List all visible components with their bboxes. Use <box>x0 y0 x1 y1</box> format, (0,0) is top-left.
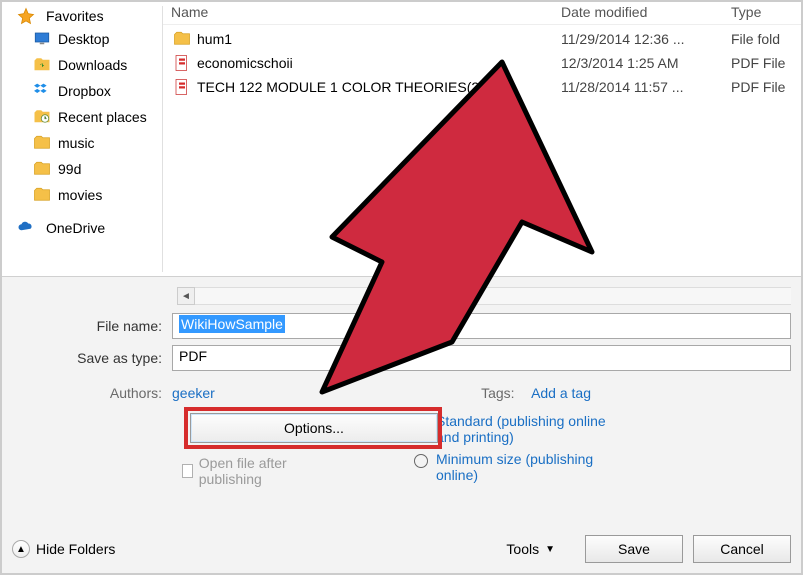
file-type: PDF File <box>731 79 801 95</box>
sidebar-item-recent[interactable]: Recent places <box>12 104 162 130</box>
onedrive-label: OneDrive <box>46 220 105 236</box>
sidebar-item-label: movies <box>58 187 102 203</box>
scroll-track[interactable] <box>195 287 791 305</box>
horizontal-scrollbar[interactable]: ◄ <box>177 287 791 305</box>
file-row-folder[interactable]: hum1 11/29/2014 12:36 ... File fold <box>171 27 801 51</box>
file-type: PDF File <box>731 55 801 71</box>
save-dialog-bottom: ◄ File name: WikiHowSample Save as type:… <box>2 277 801 573</box>
sidebar-item-dropbox[interactable]: Dropbox <box>12 78 162 104</box>
tags-label: Tags: <box>481 385 521 401</box>
file-row-pdf[interactable]: economicschoii 12/3/2014 1:25 AM PDF Fil… <box>171 51 801 75</box>
tools-dropdown[interactable]: Tools ▼ <box>506 541 555 557</box>
col-name[interactable]: Name <box>171 4 561 20</box>
radio-icon <box>414 454 428 468</box>
saveas-value: PDF <box>179 348 207 364</box>
pdf-icon <box>171 53 193 73</box>
file-row-pdf[interactable]: TECH 122 MODULE 1 COLOR THEORIES(2) 11/2… <box>171 75 801 99</box>
sidebar-item-label: Desktop <box>58 31 109 47</box>
favorites-header[interactable]: Favorites <box>12 6 162 26</box>
chevron-up-icon: ▲ <box>12 540 30 558</box>
radio-label: Standard (publishing online and printing… <box>436 413 616 445</box>
sidebar-item-label: Dropbox <box>58 83 111 99</box>
downloads-icon <box>32 55 52 75</box>
file-date: 11/29/2014 12:36 ... <box>561 31 731 47</box>
file-name: economicschoii <box>197 55 561 71</box>
filename-label: File name: <box>12 318 172 334</box>
save-button[interactable]: Save <box>585 535 683 563</box>
sidebar-item-label: music <box>58 135 95 151</box>
sidebar-item-label: Recent places <box>58 109 147 125</box>
column-headers: Name Date modified Type <box>163 2 801 25</box>
hide-folders-label: Hide Folders <box>36 541 115 557</box>
hide-folders-toggle[interactable]: ▲ Hide Folders <box>12 540 115 558</box>
file-date: 11/28/2014 11:57 ... <box>561 79 731 95</box>
highlight-box: Options... <box>184 407 442 449</box>
file-type: File fold <box>731 31 801 47</box>
authors-value[interactable]: geeker <box>172 385 215 401</box>
sidebar-item-movies[interactable]: movies <box>12 182 162 208</box>
radio-standard[interactable]: Standard (publishing online and printing… <box>414 413 616 445</box>
pdf-icon <box>171 77 193 97</box>
checkbox-icon <box>182 464 193 478</box>
folder-icon <box>32 159 52 179</box>
sidebar-item-label: Downloads <box>58 57 127 73</box>
dropbox-icon <box>32 81 52 101</box>
authors-label: Authors: <box>12 385 172 401</box>
filename-input[interactable]: WikiHowSample <box>172 313 791 339</box>
saveas-dropdown[interactable]: PDF <box>172 345 791 371</box>
options-button[interactable]: Options... <box>190 413 438 443</box>
favorites-label: Favorites <box>46 8 104 24</box>
sidebar: Favorites Desktop Downloads Dropbox Rece… <box>2 2 162 276</box>
file-name: TECH 122 MODULE 1 COLOR THEORIES(2) <box>197 79 561 95</box>
radio-label: Minimum size (publishing online) <box>436 451 616 483</box>
desktop-icon <box>32 29 52 49</box>
sidebar-item-99d[interactable]: 99d <box>12 156 162 182</box>
filename-value: WikiHowSample <box>179 315 285 333</box>
star-icon <box>16 6 36 26</box>
folder-icon <box>32 133 52 153</box>
onedrive-icon <box>16 218 36 238</box>
tools-label: Tools <box>506 541 539 557</box>
folder-icon <box>171 29 193 49</box>
checkbox-label: Open file after publishing <box>199 455 312 487</box>
onedrive-header[interactable]: OneDrive <box>12 218 162 238</box>
chevron-down-icon: ▼ <box>545 544 555 555</box>
file-list-area: Name Date modified Type hum1 11/29/2014 … <box>163 2 801 276</box>
cancel-button[interactable]: Cancel <box>693 535 791 563</box>
tags-value[interactable]: Add a tag <box>531 385 591 401</box>
sidebar-item-music[interactable]: music <box>12 130 162 156</box>
sidebar-item-label: 99d <box>58 161 81 177</box>
scroll-left-button[interactable]: ◄ <box>177 287 195 305</box>
folder-icon <box>32 185 52 205</box>
file-name: hum1 <box>197 31 561 47</box>
recent-icon <box>32 107 52 127</box>
col-date[interactable]: Date modified <box>561 4 731 20</box>
file-date: 12/3/2014 1:25 AM <box>561 55 731 71</box>
open-after-publish-checkbox[interactable]: Open file after publishing <box>182 455 312 487</box>
saveas-label: Save as type: <box>12 350 172 366</box>
col-type[interactable]: Type <box>731 4 801 20</box>
radio-minimum[interactable]: Minimum size (publishing online) <box>414 451 616 483</box>
sidebar-item-downloads[interactable]: Downloads <box>12 52 162 78</box>
sidebar-item-desktop[interactable]: Desktop <box>12 26 162 52</box>
